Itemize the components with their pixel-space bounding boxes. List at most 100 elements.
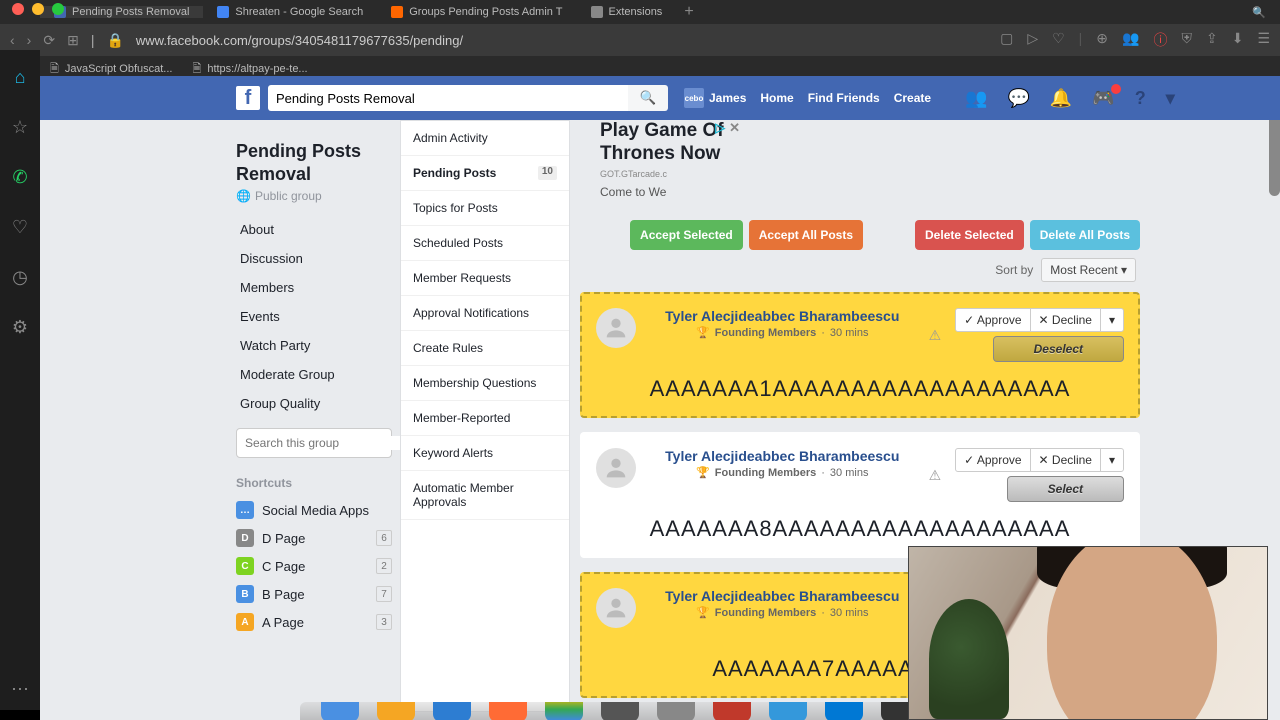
admin-nav-item[interactable]: Topics for Posts [401,191,569,226]
post-author[interactable]: Tyler Alecjideabbec Bharambeescu [646,588,919,604]
post-author[interactable]: Tyler Alecjideabbec Bharambeescu [646,308,919,324]
deselect-button[interactable]: Deselect [993,336,1124,362]
more-button[interactable]: ▾ [1101,309,1123,331]
back-button[interactable]: ‹ [10,32,15,49]
group-nav-item[interactable]: Members [236,273,392,302]
messenger-icon[interactable]: 💬 [1008,88,1030,109]
avatar[interactable] [596,308,636,348]
url-field[interactable]: www.facebook.com/groups/3405481179677635… [136,33,988,48]
admin-nav-item[interactable]: Keyword Alerts [401,436,569,471]
avatar[interactable] [596,448,636,488]
gear-icon[interactable]: ⚙ [9,316,31,338]
camera-icon[interactable]: ▢ [1000,30,1013,50]
mac-minimize[interactable] [32,3,44,15]
fb-search-input[interactable] [268,85,628,111]
shortcut-item[interactable]: CC Page2 [236,552,392,580]
ext-icon-4[interactable]: ⛨ [1181,30,1192,50]
browser-tab[interactable]: Groups Pending Posts Admin T [377,6,576,18]
admin-nav-item[interactable]: Admin Activity [401,121,569,156]
help-icon[interactable]: ? [1135,88,1146,109]
ext-icon-1[interactable]: ⊕ [1096,30,1108,50]
share-icon[interactable]: ⇪ [1206,30,1218,50]
more-button[interactable]: ▾ [1101,449,1123,471]
new-tab-button[interactable]: + [684,3,693,21]
admin-nav-item[interactable]: Membership Questions [401,366,569,401]
adchoices-icon[interactable]: ▷ [715,120,725,136]
nav-create[interactable]: Create [894,91,931,105]
approve-button[interactable]: ✓ Approve [956,449,1030,471]
nav-home[interactable]: Home [760,91,793,105]
decline-button[interactable]: ✕ Decline [1031,449,1101,471]
download-icon[interactable]: ⬇ [1232,30,1244,50]
admin-nav-item[interactable]: Scheduled Posts [401,226,569,261]
admin-nav-item[interactable]: Create Rules [401,331,569,366]
shortcut-item[interactable]: DD Page6 [236,524,392,552]
os-sidebar: ⌂ ☆ ✆ ♡ ◷ ⚙ ⋯ [0,50,40,710]
reload-button[interactable]: ⟳ [43,32,55,49]
avatar[interactable] [596,588,636,628]
ad-close-icon[interactable]: ✕ [729,120,740,136]
admin-nav-item[interactable]: Member-Reported [401,401,569,436]
group-title[interactable]: Pending Posts Removal [236,140,392,185]
ad-block[interactable]: ▷ ✕ Play Game Of Thrones Now GOT.GTarcad… [600,120,740,250]
whatsapp-icon[interactable]: ✆ [9,166,31,188]
browser-tab[interactable]: Shreaten - Google Search [203,6,377,18]
select-button[interactable]: Select [1007,476,1124,502]
accept-all-button[interactable]: Accept All Posts [749,220,863,250]
group-nav-item[interactable]: Group Quality [236,389,392,418]
forward-button[interactable]: › [27,32,32,49]
admin-nav-item[interactable]: Member Requests [401,261,569,296]
shortcuts-heading: Shortcuts [236,476,392,490]
browser-tab[interactable]: Pending Posts Removal [40,6,203,18]
profile-link[interactable]: cebo James [684,88,746,108]
url-bar: ‹ › ⟳ ⊞ | 🔒 www.facebook.com/groups/3405… [0,24,1280,56]
nav-find-friends[interactable]: Find Friends [808,91,880,105]
delete-selected-button[interactable]: Delete Selected [915,220,1024,250]
delete-all-button[interactable]: Delete All Posts [1030,220,1140,250]
post-author[interactable]: Tyler Alecjideabbec Bharambeescu [646,448,919,464]
post-content: AAAAAAA8AAAAAAAAAAAAAAAAAAA [596,516,1124,542]
gaming-icon[interactable]: 🎮 [1092,88,1114,109]
apps-icon[interactable]: ⊞ [67,32,79,49]
shortcut-item[interactable]: AA Page3 [236,608,392,636]
home-icon[interactable]: ⌂ [9,66,31,88]
admin-nav-item[interactable]: Automatic Member Approvals [401,471,569,520]
mac-dock[interactable] [300,702,940,720]
shortcut-item[interactable]: BB Page7 [236,580,392,608]
approve-button[interactable]: ✓ Approve [956,309,1030,331]
group-nav-item[interactable]: Watch Party [236,331,392,360]
sort-dropdown[interactable]: Most Recent ▾ [1041,258,1136,282]
ext-icon-3[interactable]: ⓘ [1153,30,1167,50]
heart-icon[interactable]: ♡ [1052,30,1065,50]
admin-nav-item[interactable]: Approval Notifications [401,296,569,331]
admin-nav: Admin ActivityPending Posts10Topics for … [400,120,570,712]
menu-icon[interactable]: ☰ [1257,30,1270,50]
group-search[interactable]: 🔍 [236,428,392,458]
fb-search-button[interactable]: 🔍 [628,85,668,111]
group-search-input[interactable] [245,436,400,450]
play-icon[interactable]: ▷ [1027,30,1038,50]
heart-icon[interactable]: ♡ [9,216,31,238]
decline-button[interactable]: ✕ Decline [1031,309,1101,331]
fb-logo[interactable]: f [236,86,260,110]
ext-icon-2[interactable]: 👥 [1122,30,1139,50]
more-icon[interactable]: ⋯ [11,679,29,700]
group-nav-item[interactable]: Moderate Group [236,360,392,389]
shortcut-item[interactable]: …Social Media Apps [236,496,392,524]
group-sidebar: Pending Posts Removal 🌐Public group Abou… [230,120,400,712]
group-nav-item[interactable]: Discussion [236,244,392,273]
clock-icon[interactable]: ◷ [9,266,31,288]
group-nav-item[interactable]: Events [236,302,392,331]
mac-maximize[interactable] [52,3,64,15]
admin-nav-item[interactable]: Pending Posts10 [401,156,569,191]
friends-icon[interactable]: 👥 [965,88,987,109]
search-tabs-icon[interactable]: 🔍 [1252,6,1266,19]
group-nav-item[interactable]: About [236,215,392,244]
browser-tab[interactable]: Extensions [577,6,677,18]
bell-icon[interactable]: 🔔 [1050,88,1072,109]
dropdown-icon[interactable]: ▾ [1166,88,1175,109]
lock-icon: 🔒 [106,32,123,49]
mac-close[interactable] [12,3,24,15]
star-icon[interactable]: ☆ [9,116,31,138]
browser-tab-bar: Pending Posts RemovalShreaten - Google S… [0,0,1280,24]
